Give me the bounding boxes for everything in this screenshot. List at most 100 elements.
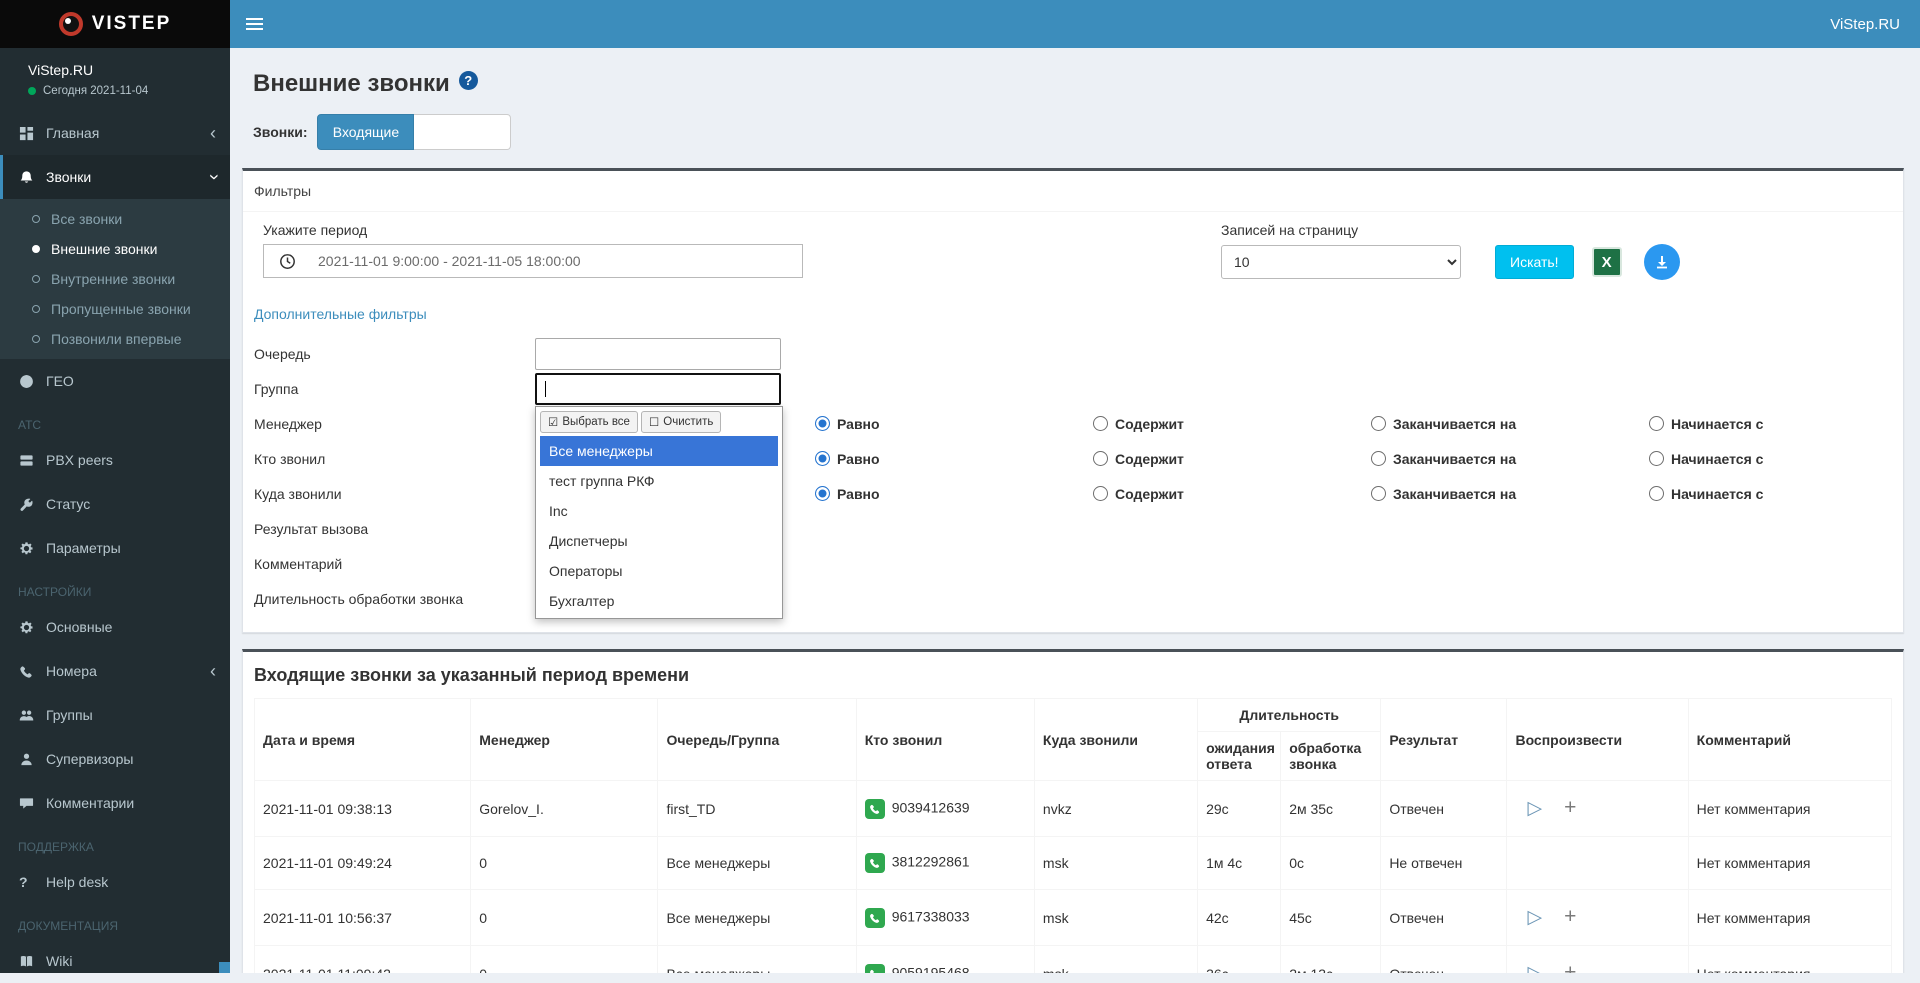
manager-radio-nachinaetsya[interactable]: Начинается с (1649, 416, 1920, 432)
sidebar-item-nomera[interactable]: Номера ‹ (0, 649, 230, 693)
filter-row-manager: Менеджер Равно Содержит Заканчивается на… (254, 406, 1892, 441)
chevron-down-icon: ‹ (204, 174, 222, 180)
sidebar-subitem-propuschennye-zvonki[interactable]: Пропущенные звонки (0, 294, 230, 324)
result-label: Результат вызова (254, 521, 535, 537)
group-input[interactable] (535, 373, 781, 405)
circle-icon (32, 335, 40, 343)
chevron-left-icon: ‹ (210, 124, 216, 142)
radio-icon (1371, 416, 1386, 431)
caller-radio-ravno[interactable]: Равно (815, 451, 1093, 467)
plus-button[interactable]: + (1564, 961, 1576, 973)
sidebar-item-helpdesk[interactable]: ? Help desk (0, 860, 230, 904)
sidebar-item-wiki[interactable]: Wiki (0, 939, 230, 983)
period-input-group (263, 244, 803, 278)
play-button[interactable]: ▷ (1527, 798, 1542, 819)
filter-row-queue: Очередь (254, 336, 1892, 371)
toggle-outgoing-button[interactable] (414, 114, 511, 150)
cell-comment: Нет комментария (1688, 781, 1891, 837)
manager-radio-soderzhit[interactable]: Содержит (1093, 416, 1371, 432)
select-all-button[interactable]: ☑Выбрать все (540, 411, 638, 433)
cell-called: nvkz (1034, 781, 1197, 837)
sidebar-subitem-vneshnie-zvonki[interactable]: Внешние звонки (0, 234, 230, 264)
caller-label: Кто звонил (254, 451, 535, 467)
dropdown-option[interactable]: Все менеджеры (540, 436, 778, 466)
col-header-handle: обработка звонка (1281, 732, 1381, 781)
sidebar-item-glavnaya[interactable]: Главная ‹ (0, 111, 230, 155)
sidebar-user-panel: ViStep.RU Сегодня 2021-11-04 (0, 48, 230, 111)
page-title: Внешние звонки (253, 70, 450, 98)
called-radio-zakanchivaetsya[interactable]: Заканчивается на (1371, 486, 1649, 502)
manager-radio-zakanchivaetsya[interactable]: Заканчивается на (1371, 416, 1649, 432)
called-radio-nachinaetsya[interactable]: Начинается с (1649, 486, 1920, 502)
manager-radio-ravno[interactable]: Равно (815, 416, 1093, 432)
cell-datetime: 2021-11-01 10:56:37 (255, 890, 471, 946)
caller-radio-soderzhit[interactable]: Содержит (1093, 451, 1371, 467)
excel-export-icon[interactable]: X (1592, 247, 1622, 277)
sidebar-section-docs: ДОКУМЕНТАЦИЯ (0, 904, 230, 939)
sidebar-item-parametry[interactable]: Параметры (0, 526, 230, 570)
per-page-select[interactable]: 10 (1221, 245, 1461, 279)
dropdown-option[interactable]: Диспетчеры (540, 526, 778, 556)
sidebar-item-zvonki[interactable]: Звонки ‹ (0, 155, 230, 199)
search-button[interactable]: Искать! (1495, 245, 1574, 279)
sidebar-item-gruppy[interactable]: Группы (0, 693, 230, 737)
phone-icon (865, 853, 885, 873)
cell-comment: Нет комментария (1688, 837, 1891, 890)
help-icon[interactable]: ? (459, 71, 478, 90)
server-icon (19, 453, 46, 468)
queue-input[interactable] (535, 338, 781, 370)
sidebar-toggle-button[interactable] (230, 0, 278, 48)
plus-button[interactable]: + (1564, 905, 1576, 928)
sidebar-subitem-pozvonili-vpervye[interactable]: Позвонили впервые (0, 324, 230, 354)
sidebar-item-osnovnye[interactable]: Основные (0, 605, 230, 649)
checkbox-empty-icon: ☐ (649, 415, 659, 429)
caller-radio-zakanchivaetsya[interactable]: Заканчивается на (1371, 451, 1649, 467)
called-radio-ravno[interactable]: Равно (815, 486, 1093, 502)
plus-button[interactable]: + (1564, 796, 1576, 819)
sidebar-item-status[interactable]: Статус (0, 482, 230, 526)
calls-panel: Входящие звонки за указанный период врем… (242, 649, 1904, 973)
topbar-brand-link[interactable]: ViStep.RU (1830, 16, 1920, 33)
phone-icon (19, 664, 46, 679)
filters-panel: Фильтры Укажите период Записей на страни… (242, 168, 1904, 633)
clock-icon[interactable] (264, 245, 310, 277)
sidebar-nav: Главная ‹ Звонки ‹ Все звонки Внешние зв… (0, 111, 230, 983)
sidebar-item-pbx-peers[interactable]: PBX peers (0, 438, 230, 482)
radio-icon (1649, 451, 1664, 466)
sidebar-item-geo[interactable]: ГЕО (0, 359, 230, 403)
cell-play: ▷+ (1507, 781, 1688, 837)
col-header-result: Результат (1381, 699, 1507, 781)
phone-icon (865, 908, 885, 928)
col-header-comment: Комментарий (1688, 699, 1891, 781)
bell-icon (19, 170, 46, 185)
toggle-incoming-button[interactable]: Входящие (317, 114, 414, 150)
dropdown-option[interactable]: Операторы (540, 556, 778, 586)
play-button[interactable]: ▷ (1527, 907, 1542, 928)
comment-label: Комментарий (254, 556, 535, 572)
dropdown-option[interactable]: Inc (540, 496, 778, 526)
sidebar-item-kommentarii[interactable]: Комментарии (0, 781, 230, 825)
sidebar-item-supervizory[interactable]: Супервизоры (0, 737, 230, 781)
dropdown-options-list: Все менеджеры тест группа РКФ Inc Диспет… (540, 436, 778, 616)
dropdown-option[interactable]: тест группа РКФ (540, 466, 778, 496)
filter-row-comment: Комментарий (254, 546, 1892, 581)
play-button[interactable]: ▷ (1527, 963, 1542, 973)
period-input[interactable] (310, 245, 802, 277)
caller-radio-nachinaetsya[interactable]: Начинается с (1649, 451, 1920, 467)
download-icon[interactable] (1644, 244, 1680, 280)
question-icon: ? (19, 874, 46, 890)
additional-filters-link[interactable]: Дополнительные фильтры (254, 306, 427, 322)
calls-toggle-label: Звонки: (253, 124, 307, 140)
cell-manager: 0 (471, 946, 658, 974)
sidebar-subitem-vse-zvonki[interactable]: Все звонки (0, 204, 230, 234)
clear-button[interactable]: ☐Очистить (641, 411, 721, 433)
col-header-called: Куда звонили (1034, 699, 1197, 781)
radio-icon (1093, 416, 1108, 431)
logo[interactable]: ViStep (0, 0, 230, 48)
called-radio-soderzhit[interactable]: Содержит (1093, 486, 1371, 502)
radio-icon (1649, 416, 1664, 431)
group-multiselect-dropdown: ☑Выбрать все ☐Очистить Все менеджеры тес… (535, 406, 783, 619)
calls-table: Дата и время Менеджер Очередь/Группа Кто… (254, 698, 1892, 973)
sidebar-subitem-vnutrennie-zvonki[interactable]: Внутренние звонки (0, 264, 230, 294)
dropdown-option[interactable]: Бухгалтер (540, 586, 778, 616)
